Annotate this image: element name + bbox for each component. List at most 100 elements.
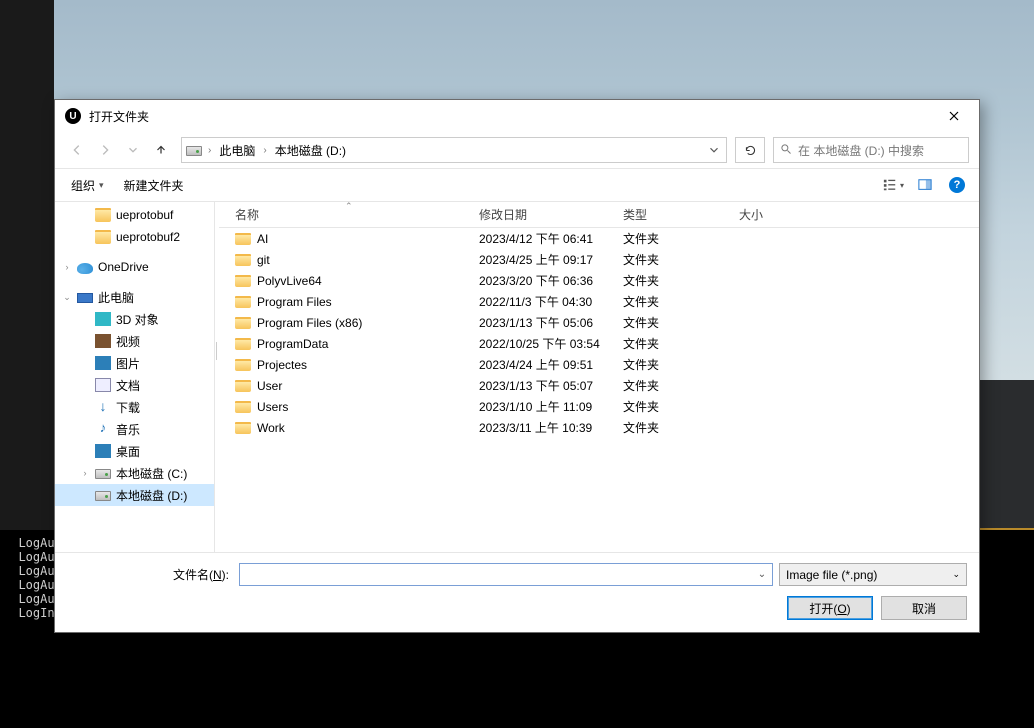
desk-icon xyxy=(95,444,111,458)
breadcrumb-this-pc[interactable]: 此电脑 xyxy=(213,138,261,162)
file-date: 2023/3/20 下午 06:36 xyxy=(479,272,623,289)
organize-button[interactable]: 组织▾ xyxy=(63,173,112,198)
chevron-down-icon xyxy=(707,143,721,157)
folder-icon xyxy=(235,401,251,413)
file-date: 2022/10/25 下午 03:54 xyxy=(479,335,623,352)
file-date: 2023/1/10 上午 11:09 xyxy=(479,398,623,415)
tree-pc-child[interactable]: 文档 xyxy=(55,374,214,396)
file-type: 文件夹 xyxy=(623,230,739,247)
tree-pc-child[interactable]: › 本地磁盘 (C:) xyxy=(55,462,214,484)
chevron-down-icon xyxy=(126,143,140,157)
file-row[interactable]: PolyvLive64 2023/3/20 下午 06:36文件夹 xyxy=(219,270,979,291)
file-row[interactable]: git2023/4/25 上午 09:17文件夹 xyxy=(219,249,979,270)
tree-pc-child[interactable]: ♪音乐 xyxy=(55,418,214,440)
tree-item-label: 3D 对象 xyxy=(116,311,159,328)
tree-item-label: 本地磁盘 (C:) xyxy=(116,465,187,482)
new-folder-button[interactable]: 新建文件夹 xyxy=(116,173,192,198)
address-dropdown[interactable] xyxy=(702,143,726,157)
pc-icon xyxy=(77,293,93,303)
titlebar: U 打开文件夹 xyxy=(55,100,979,132)
refresh-button[interactable] xyxy=(735,137,765,163)
nav-bar: › 此电脑 › 本地磁盘 (D:) 在 本地磁盘 (D:) 中搜索 xyxy=(55,132,979,168)
file-open-dialog: U 打开文件夹 › 此电脑 › 本地磁盘 (D:) xyxy=(54,99,980,633)
col-header-name[interactable]: 名称 ⌃ xyxy=(219,206,479,223)
file-date: 2023/1/13 下午 05:07 xyxy=(479,377,623,394)
chevron-right-icon: › xyxy=(206,145,213,156)
file-type: 文件夹 xyxy=(623,293,739,310)
file-type: 文件夹 xyxy=(623,398,739,415)
filename-history-dropdown[interactable]: ⌄ xyxy=(752,564,772,585)
tree-pc-child[interactable]: 图片 xyxy=(55,352,214,374)
view-options-button[interactable]: ▾ xyxy=(879,173,907,197)
file-type: 文件夹 xyxy=(623,272,739,289)
file-name: PolyvLive64 xyxy=(257,274,322,288)
search-input[interactable]: 在 本地磁盘 (D:) 中搜索 xyxy=(773,137,969,163)
address-bar[interactable]: › 此电脑 › 本地磁盘 (D:) xyxy=(181,137,727,163)
file-date: 2022/11/3 下午 04:30 xyxy=(479,293,623,310)
file-row[interactable]: Work2023/3/11 上午 10:39文件夹 xyxy=(219,417,979,438)
up-button[interactable] xyxy=(149,138,173,162)
tree-pc-child[interactable]: 视频 xyxy=(55,330,214,352)
file-row[interactable]: User2023/1/13 下午 05:07文件夹 xyxy=(219,375,979,396)
expand-icon[interactable]: › xyxy=(61,262,73,272)
folder-icon xyxy=(235,296,251,308)
file-name: AI xyxy=(257,232,268,246)
tree-onedrive[interactable]: ›OneDrive xyxy=(55,256,214,278)
tree-quick-item[interactable]: ueprotobuf xyxy=(55,204,214,226)
tree-pc-child[interactable]: 3D 对象 xyxy=(55,308,214,330)
open-button[interactable]: 打开(O) xyxy=(787,596,873,620)
file-row[interactable]: ProgramData2022/10/25 下午 03:54文件夹 xyxy=(219,333,979,354)
file-date: 2023/3/11 上午 10:39 xyxy=(479,419,623,436)
filename-input[interactable] xyxy=(239,563,773,586)
file-date: 2023/4/24 上午 09:51 xyxy=(479,356,623,373)
folder-icon xyxy=(235,380,251,392)
file-row[interactable]: Program Files (x86)2023/1/13 下午 05:06文件夹 xyxy=(219,312,979,333)
help-button[interactable]: ? xyxy=(949,177,965,193)
tree-pc-child[interactable]: 桌面 xyxy=(55,440,214,462)
forward-button[interactable] xyxy=(93,138,117,162)
tree-item-label: 文档 xyxy=(116,377,140,394)
expand-icon[interactable]: ⌄ xyxy=(61,292,73,303)
file-row[interactable]: Projectes2023/4/24 上午 09:51文件夹 xyxy=(219,354,979,375)
vid-icon xyxy=(95,334,111,348)
folder-icon xyxy=(235,338,251,350)
file-list: 名称 ⌃ 修改日期 类型 大小 AI2023/4/12 下午 06:41文件夹 g… xyxy=(219,202,979,552)
chevron-right-icon: › xyxy=(261,145,268,156)
col-header-size[interactable]: 大小 xyxy=(739,206,819,223)
file-type-filter[interactable]: Image file (*.png) ⌄ xyxy=(779,563,967,586)
breadcrumb-current[interactable]: 本地磁盘 (D:) xyxy=(269,138,352,162)
drive-icon xyxy=(95,469,111,479)
expand-icon[interactable]: › xyxy=(79,468,91,478)
file-type: 文件夹 xyxy=(623,314,739,331)
folder-icon xyxy=(235,359,251,371)
column-headers: 名称 ⌃ 修改日期 类型 大小 xyxy=(219,202,979,228)
cancel-button[interactable]: 取消 xyxy=(881,596,967,620)
close-button[interactable] xyxy=(931,101,977,131)
file-row[interactable]: Program Files2022/11/3 下午 04:30文件夹 xyxy=(219,291,979,312)
dialog-footer: 文件名(N): ⌄ Image file (*.png) ⌄ 打开(O) 取消 xyxy=(55,552,979,632)
preview-pane-button[interactable] xyxy=(911,173,939,197)
folder-icon xyxy=(235,233,251,245)
file-list-body[interactable]: AI2023/4/12 下午 06:41文件夹 git 2023/4/25 上午 0… xyxy=(219,228,979,552)
dialog-body: ueprotobufueprotobuf2 ›OneDrive ⌄此电脑 3D 对象视… xyxy=(55,202,979,552)
tree-pc-child[interactable]: 本地磁盘 (D:) xyxy=(55,484,214,506)
folder-icon xyxy=(235,275,251,287)
nav-tree[interactable]: ueprotobufueprotobuf2 ›OneDrive ⌄此电脑 3D 对象视… xyxy=(55,202,215,552)
recent-locations-button[interactable] xyxy=(121,138,145,162)
file-name: Program Files (x86) xyxy=(257,316,362,330)
col-header-type[interactable]: 类型 xyxy=(623,206,739,223)
arrow-right-icon xyxy=(98,143,112,157)
file-row[interactable]: AI2023/4/12 下午 06:41文件夹 xyxy=(219,228,979,249)
folder-icon xyxy=(235,422,251,434)
tree-pc-child[interactable]: ↓下载 xyxy=(55,396,214,418)
col-header-modified[interactable]: 修改日期 xyxy=(479,206,623,223)
file-name: git xyxy=(257,253,270,267)
file-date: 2023/4/25 上午 09:17 xyxy=(479,251,623,268)
tree-quick-item[interactable]: ueprotobuf2 xyxy=(55,226,214,248)
tree-item-label: 下载 xyxy=(116,399,140,416)
3d-icon xyxy=(95,312,111,326)
tree-this-pc[interactable]: ⌄此电脑 xyxy=(55,286,214,308)
back-button[interactable] xyxy=(65,138,89,162)
chevron-down-icon: ▾ xyxy=(900,181,904,190)
file-row[interactable]: Users2023/1/10 上午 11:09文件夹 xyxy=(219,396,979,417)
